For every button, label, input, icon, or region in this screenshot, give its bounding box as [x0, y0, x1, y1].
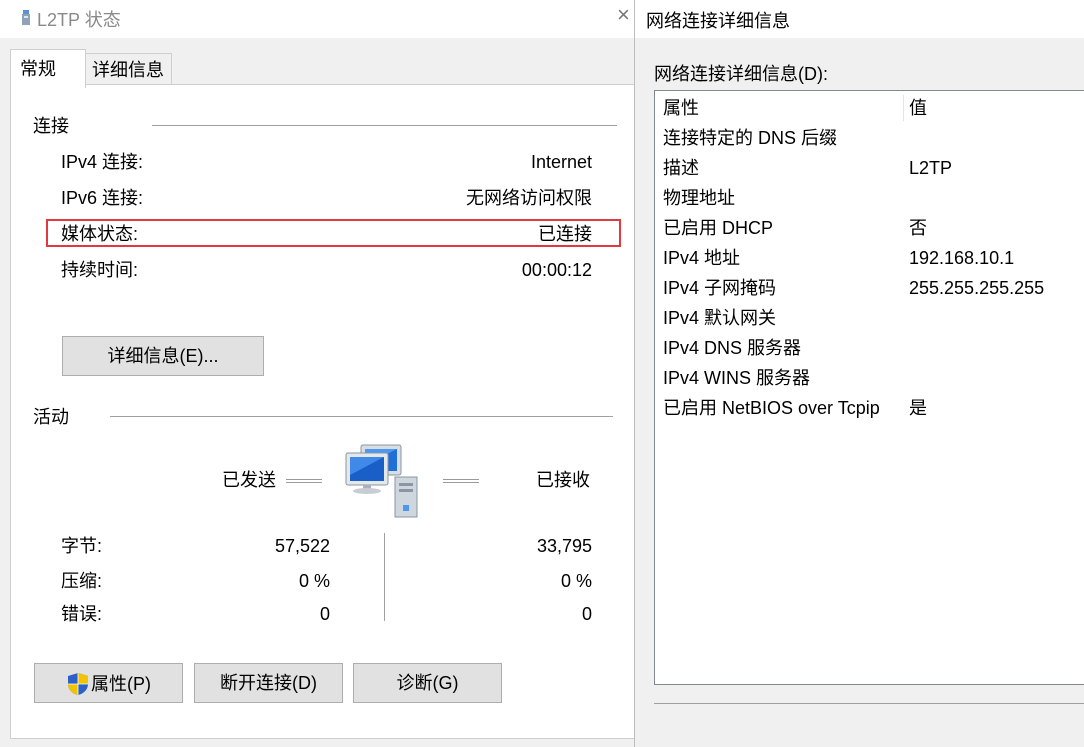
sent-label: 已发送 [222, 470, 276, 490]
ipv6-connectivity-value: 无网络访问权限 [466, 188, 592, 208]
activity-column-divider [384, 533, 388, 621]
activity-heading: 活动 [33, 407, 69, 427]
list-header: 属性 值 [655, 93, 1084, 123]
sent-activity-line [286, 479, 322, 483]
details-list-label: 网络连接详细信息(D): [654, 64, 828, 84]
details-title-bar: 网络连接详细信息 [635, 0, 1084, 38]
ipv4-connectivity-value: Internet [530, 152, 592, 172]
tab-general[interactable]: 常规 [10, 49, 86, 88]
tab-details[interactable]: 详细信息 [84, 53, 172, 86]
errors-sent-value: 0 [319, 604, 330, 624]
media-state-value: 已连接 [538, 224, 592, 244]
received-activity-line [443, 479, 479, 483]
details-window-title: 网络连接详细信息 [646, 11, 790, 31]
property-name: IPv4 默认网关 [663, 308, 777, 328]
column-divider[interactable] [903, 95, 904, 121]
property-name: 已启用 NetBIOS over Tcpip [663, 398, 880, 418]
property-name: 物理地址 [663, 188, 735, 208]
ipv4-connectivity-label: IPv4 连接: [61, 152, 144, 172]
compression-received-value: 0 % [560, 571, 592, 591]
details-button[interactable]: 详细信息(E)... [62, 336, 264, 376]
errors-label: 错误: [61, 604, 103, 624]
properties-button-label: 属性(P) [91, 674, 151, 694]
property-value: 是 [909, 398, 927, 418]
connection-heading: 连接 [33, 116, 69, 136]
list-item[interactable]: 描述 L2TP [655, 153, 1084, 183]
errors-received-value: 0 [581, 604, 592, 624]
property-name: 已启用 DHCP [663, 218, 774, 238]
bytes-label: 字节: [61, 536, 103, 556]
activity-divider [110, 416, 613, 417]
general-tab-panel [10, 84, 635, 739]
list-item[interactable]: 连接特定的 DNS 后缀 [655, 123, 1084, 153]
tab-general-label: 常规 [20, 59, 56, 79]
list-item[interactable]: IPv4 WINS 服务器 [655, 363, 1084, 393]
network-adapter-icon [22, 10, 30, 25]
property-value: L2TP [909, 158, 953, 178]
bottom-divider [654, 703, 1084, 704]
list-item[interactable]: 已启用 DHCP 否 [655, 213, 1084, 243]
property-name: IPv4 WINS 服务器 [663, 368, 811, 388]
received-label: 已接收 [536, 470, 590, 490]
property-value: 否 [909, 218, 927, 238]
duration-value: 00:00:12 [521, 260, 592, 280]
list-item[interactable]: IPv4 子网掩码 255.255.255.255 [655, 273, 1084, 303]
media-state-label: 媒体状态: [61, 224, 139, 244]
l2tp-status-window: L2TP 状态 × 常规 详细信息 连接 IPv4 连接: Internet I… [0, 0, 635, 747]
property-name: IPv4 地址 [663, 248, 741, 268]
connection-divider [152, 125, 617, 126]
list-item[interactable]: IPv4 DNS 服务器 [655, 333, 1084, 363]
uac-shield-icon [68, 673, 88, 695]
property-value: 192.168.10.1 [909, 248, 1015, 268]
list-item[interactable]: IPv4 默认网关 [655, 303, 1084, 333]
property-name: 连接特定的 DNS 后缀 [663, 128, 838, 148]
bytes-received-value: 33,795 [536, 536, 592, 556]
disconnect-button[interactable]: 断开连接(D) [194, 663, 343, 703]
diagnose-button[interactable]: 诊断(G) [353, 663, 502, 703]
ipv6-connectivity-label: IPv6 连接: [61, 188, 144, 208]
list-item[interactable]: 已启用 NetBIOS over Tcpip 是 [655, 393, 1084, 423]
compression-label: 压缩: [61, 571, 103, 591]
details-list[interactable]: 属性 值 连接特定的 DNS 后缀 描述 L2TP 物理地址 已启用 DHCP … [654, 90, 1084, 685]
list-item[interactable]: IPv4 地址 192.168.10.1 [655, 243, 1084, 273]
duration-label: 持续时间: [61, 260, 139, 280]
network-connection-details-window: 网络连接详细信息 网络连接详细信息(D): 属性 值 连接特定的 DNS 后缀 … [634, 0, 1084, 747]
list-item[interactable]: 物理地址 [655, 183, 1084, 213]
column-header-value[interactable]: 值 [909, 97, 927, 119]
bytes-sent-value: 57,522 [274, 536, 330, 556]
compression-sent-value: 0 % [298, 571, 330, 591]
close-icon[interactable]: × [617, 2, 630, 28]
column-header-property[interactable]: 属性 [663, 97, 699, 119]
property-name: IPv4 子网掩码 [663, 278, 777, 298]
property-name: 描述 [663, 158, 699, 178]
properties-button[interactable]: 属性(P) [34, 663, 183, 703]
property-name: IPv4 DNS 服务器 [663, 338, 802, 358]
property-value: 255.255.255.255 [909, 278, 1045, 298]
tab-details-label: 详细信息 [92, 60, 164, 80]
title-bar: L2TP 状态 [0, 0, 634, 38]
network-computers-icon [345, 444, 418, 518]
window-title: L2TP 状态 [37, 10, 121, 30]
